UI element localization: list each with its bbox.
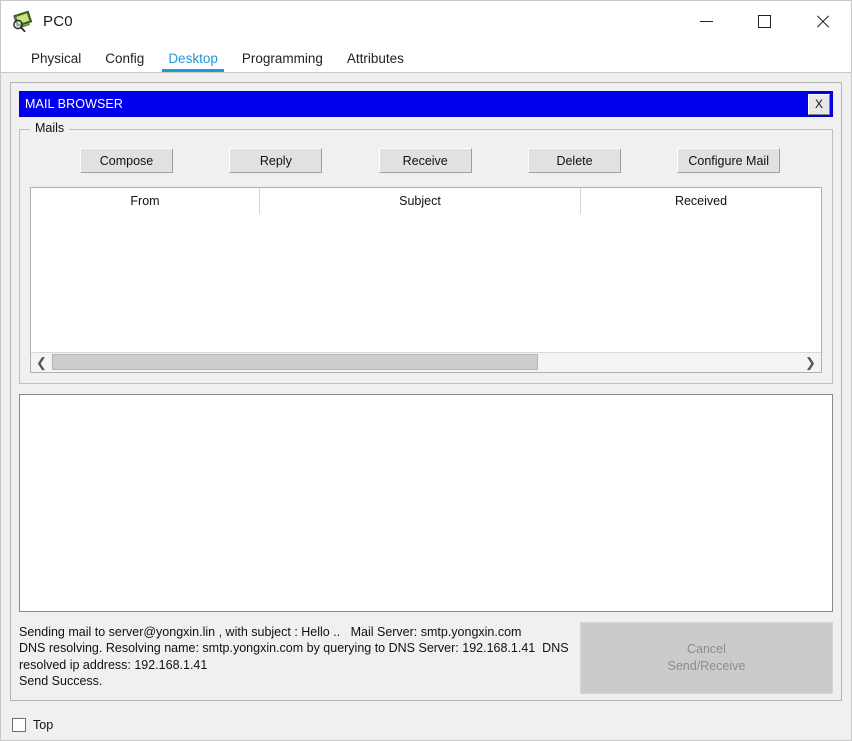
window-titlebar: PC0 bbox=[1, 1, 851, 42]
window-controls bbox=[677, 1, 851, 42]
mail-list-header: From Subject Received bbox=[31, 188, 821, 214]
column-header-from[interactable]: From bbox=[31, 188, 260, 214]
reply-button[interactable]: Reply bbox=[229, 148, 323, 173]
mail-list-table: From Subject Received ❮ ❯ bbox=[30, 187, 822, 373]
mail-browser-title: MAIL BROWSER bbox=[25, 97, 123, 111]
cancel-button-line1: Cancel bbox=[686, 642, 726, 656]
tab-attributes[interactable]: Attributes bbox=[335, 51, 416, 73]
delete-button[interactable]: Delete bbox=[528, 148, 622, 173]
close-icon bbox=[815, 14, 830, 29]
tab-config[interactable]: Config bbox=[93, 51, 156, 73]
receive-button[interactable]: Receive bbox=[378, 148, 472, 173]
mail-list-body[interactable] bbox=[31, 214, 821, 352]
mail-toolbar: Compose Reply Receive Delete Configure M… bbox=[30, 148, 822, 173]
minimize-button[interactable] bbox=[677, 1, 735, 42]
mail-list-horizontal-scrollbar[interactable]: ❮ ❯ bbox=[31, 352, 821, 372]
maximize-button[interactable] bbox=[735, 1, 793, 42]
mail-browser-panel: MAIL BROWSER X Mails Compose Reply Recei… bbox=[10, 82, 842, 701]
chevron-right-icon[interactable]: ❯ bbox=[800, 353, 821, 372]
cancel-button-line2: Send/Receive bbox=[667, 659, 746, 673]
scrollbar-track[interactable] bbox=[52, 353, 800, 372]
mail-status-log: Sending mail to server@yongxin.lin , wit… bbox=[19, 625, 569, 689]
status-row: Sending mail to server@yongxin.lin , wit… bbox=[19, 622, 833, 694]
close-button[interactable] bbox=[793, 1, 851, 42]
top-checkbox[interactable] bbox=[12, 718, 26, 732]
tab-programming[interactable]: Programming bbox=[230, 51, 335, 73]
mails-groupbox-label: Mails bbox=[30, 121, 70, 135]
device-tabstrip: Physical Config Desktop Programming Attr… bbox=[1, 42, 851, 72]
scrollbar-thumb[interactable] bbox=[52, 354, 539, 370]
window-footer: Top bbox=[1, 710, 851, 740]
top-checkbox-label[interactable]: Top bbox=[33, 718, 53, 732]
column-header-received[interactable]: Received bbox=[581, 188, 821, 214]
chevron-left-icon[interactable]: ❮ bbox=[31, 353, 52, 372]
pc-device-icon bbox=[11, 10, 37, 34]
column-header-subject[interactable]: Subject bbox=[260, 188, 581, 214]
maximize-icon bbox=[757, 15, 771, 28]
message-body-view[interactable] bbox=[19, 394, 833, 612]
compose-button[interactable]: Compose bbox=[80, 148, 173, 173]
window-title: PC0 bbox=[43, 13, 73, 30]
mails-groupbox: Mails Compose Reply Receive Delete Confi… bbox=[19, 121, 833, 384]
configure-mail-button[interactable]: Configure Mail bbox=[677, 148, 780, 173]
mail-browser-titlebar: MAIL BROWSER X bbox=[19, 91, 833, 117]
desktop-tab-content: MAIL BROWSER X Mails Compose Reply Recei… bbox=[1, 72, 851, 710]
mail-browser-close-button[interactable]: X bbox=[808, 93, 830, 115]
cancel-send-receive-button[interactable]: Cancel Send/Receive bbox=[579, 622, 833, 694]
minimize-icon bbox=[699, 21, 713, 22]
tab-physical[interactable]: Physical bbox=[19, 51, 93, 73]
tab-desktop[interactable]: Desktop bbox=[156, 51, 230, 73]
packet-tracer-device-window: PC0 Physical Config Desktop Programming … bbox=[0, 0, 852, 741]
